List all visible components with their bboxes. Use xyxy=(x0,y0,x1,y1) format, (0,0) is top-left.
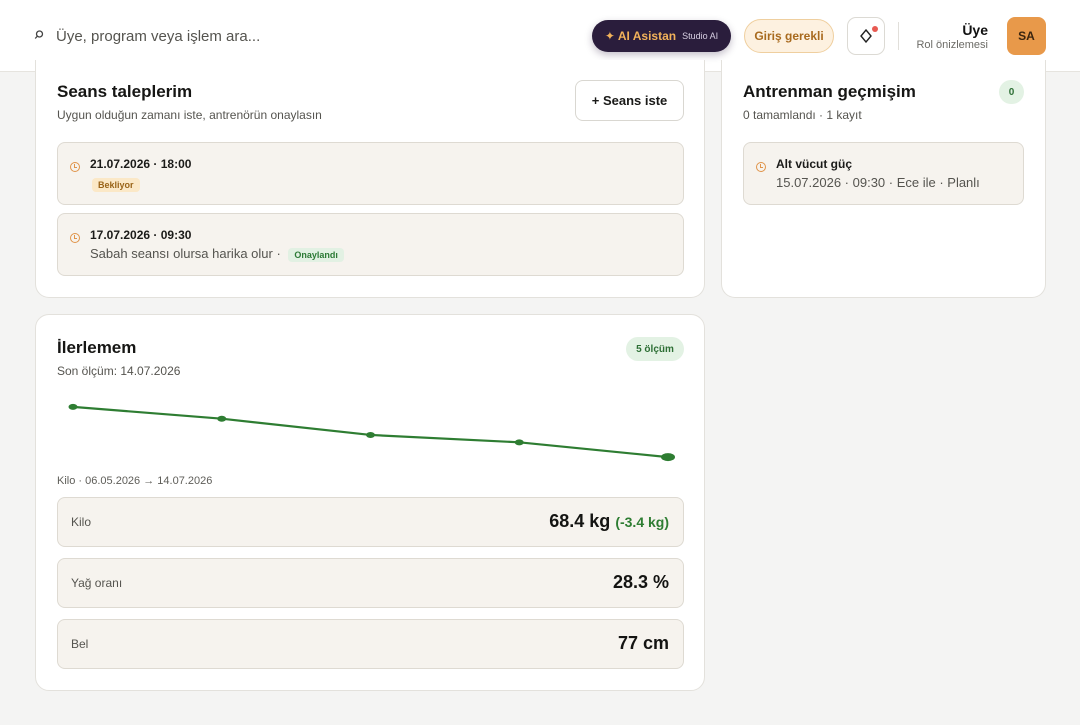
history-item[interactable]: Alt vücut güç 15.07.2026 · 09:30 · Ece i… xyxy=(743,142,1024,205)
measurement-count-badge: 5 ölçüm xyxy=(626,337,684,361)
session-datetime: 17.07.2026 · 09:30 xyxy=(90,228,192,242)
session-datetime: 21.07.2026 · 18:00 xyxy=(90,157,192,171)
training-history-subtitle: 0 tamamlandı · 1 kayıt xyxy=(743,108,862,122)
ai-assistant-sub: Studio AI xyxy=(682,31,719,41)
weight-data-point[interactable] xyxy=(366,431,375,438)
weight-line-chart xyxy=(68,403,675,462)
training-history-title: Antrenman geçmişim xyxy=(743,82,916,101)
metric-value: 77 cm xyxy=(617,633,669,653)
completed-count-badge: 0 xyxy=(999,80,1024,104)
metric-value: 68.4 kg xyxy=(549,511,611,531)
weight-data-point[interactable] xyxy=(217,415,227,422)
clock-icon xyxy=(756,162,766,172)
session-note-row: Sabah seansı olursa harika olur · Onayla… xyxy=(90,246,344,262)
training-history-card: Antrenman geçmişim 0 tamamlandı · 1 kayı… xyxy=(721,60,1046,298)
search-icon xyxy=(34,30,44,39)
progress-subtitle: Son ölçüm: 14.07.2026 xyxy=(57,364,181,378)
request-session-button[interactable]: + Seans iste xyxy=(575,80,684,121)
user-role-name: Üye xyxy=(962,22,988,38)
session-note: Sabah seansı olursa harika olur · xyxy=(90,246,281,261)
notification-dot xyxy=(872,26,878,32)
metric-delta: (-3.4 kg) xyxy=(615,514,669,530)
search-input[interactable] xyxy=(56,24,476,48)
user-role-subtitle: Rol önizlemesi xyxy=(916,39,988,51)
session-requests-subtitle: Uygun olduğun zamanı iste, antrenörün on… xyxy=(57,108,322,122)
history-item-title: Alt vücut güç xyxy=(776,157,853,171)
metric-row-waist: Bel 77 cm xyxy=(57,619,684,669)
metric-label: Yağ oranı xyxy=(71,576,123,590)
history-item-detail: 15.07.2026 · 09:30 · Ece ile · Planlı xyxy=(776,175,980,190)
metric-value-row: 68.4 kg (-3.4 kg) xyxy=(549,511,669,532)
ai-assistant-button[interactable]: ✦ AI Asistan Studio AI xyxy=(592,20,731,52)
chart-caption: Kilo · 06.05.2026 → 14.07.2026 xyxy=(57,475,213,487)
metric-row-body-fat: Yağ oranı 28.3 % xyxy=(57,558,684,608)
metric-row-weight: Kilo 68.4 kg (-3.4 kg) xyxy=(57,497,684,547)
status-badge: Onaylandı xyxy=(288,247,344,262)
metric-value: 28.3 % xyxy=(612,572,669,592)
weight-data-point[interactable] xyxy=(661,453,675,462)
progress-title: İlerlemem xyxy=(57,338,137,357)
login-required-button[interactable]: Giriş gerekli xyxy=(744,19,834,53)
metric-label: Bel xyxy=(71,637,89,651)
session-request-item[interactable]: 17.07.2026 · 09:30 Sabah seansı olursa h… xyxy=(57,213,684,276)
avatar[interactable]: SA xyxy=(1007,17,1046,55)
clock-icon xyxy=(70,233,80,243)
user-role: Üye Rol önizlemesi xyxy=(916,22,988,52)
notifications-button[interactable] xyxy=(847,17,885,55)
diamond-icon xyxy=(860,29,872,43)
session-requests-title: Seans taleplerim xyxy=(57,82,193,101)
weight-data-point[interactable] xyxy=(68,403,78,410)
metric-label: Kilo xyxy=(71,515,92,529)
header-divider xyxy=(898,22,899,50)
ai-assistant-label: ✦ AI Asistan xyxy=(604,29,677,43)
session-requests-card: Seans taleplerim Uygun olduğun zamanı is… xyxy=(35,60,705,298)
session-request-item[interactable]: 21.07.2026 · 18:00 Bekliyor xyxy=(57,142,684,205)
progress-card: İlerlemem Son ölçüm: 14.07.2026 5 ölçüm … xyxy=(35,314,705,691)
status-badge: Bekliyor xyxy=(92,178,140,192)
clock-icon xyxy=(70,162,80,172)
weight-data-point[interactable] xyxy=(514,439,524,446)
